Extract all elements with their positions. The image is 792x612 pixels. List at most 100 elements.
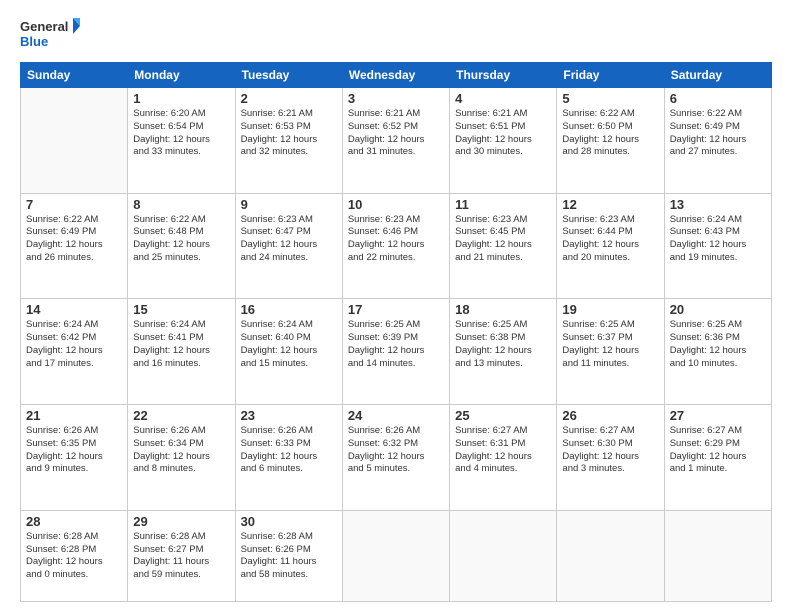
calendar-cell bbox=[664, 510, 771, 601]
day-info: Sunrise: 6:25 AM Sunset: 6:37 PM Dayligh… bbox=[562, 319, 658, 370]
day-number: 28 bbox=[26, 514, 122, 529]
day-info: Sunrise: 6:21 AM Sunset: 6:53 PM Dayligh… bbox=[241, 108, 337, 159]
calendar-cell: 18 Sunrise: 6:25 AM Sunset: 6:38 PM Dayli… bbox=[450, 299, 557, 405]
day-number: 12 bbox=[562, 197, 658, 212]
page: General Blue SundayMondayTuesdayWednesda… bbox=[0, 0, 792, 612]
day-number: 10 bbox=[348, 197, 444, 212]
day-number: 14 bbox=[26, 302, 122, 317]
calendar-cell bbox=[450, 510, 557, 601]
day-number: 8 bbox=[133, 197, 229, 212]
weekday-header-thursday: Thursday bbox=[450, 63, 557, 88]
calendar-cell bbox=[21, 88, 128, 194]
weekday-header-monday: Monday bbox=[128, 63, 235, 88]
week-row-5: 28 Sunrise: 6:28 AM Sunset: 6:28 PM Dayli… bbox=[21, 510, 772, 601]
svg-text:Blue: Blue bbox=[20, 34, 48, 49]
day-number: 16 bbox=[241, 302, 337, 317]
week-row-4: 21 Sunrise: 6:26 AM Sunset: 6:35 PM Dayli… bbox=[21, 405, 772, 511]
day-info: Sunrise: 6:22 AM Sunset: 6:50 PM Dayligh… bbox=[562, 108, 658, 159]
day-number: 30 bbox=[241, 514, 337, 529]
day-number: 18 bbox=[455, 302, 551, 317]
calendar-cell: 7Sunrise: 6:22 AM Sunset: 6:49 PM Daylig… bbox=[21, 193, 128, 299]
day-number: 3 bbox=[348, 91, 444, 106]
day-info: Sunrise: 6:22 AM Sunset: 6:48 PM Dayligh… bbox=[133, 214, 229, 265]
day-number: 15 bbox=[133, 302, 229, 317]
day-number: 4 bbox=[455, 91, 551, 106]
day-info: Sunrise: 6:24 AM Sunset: 6:42 PM Dayligh… bbox=[26, 319, 122, 370]
day-number: 21 bbox=[26, 408, 122, 423]
week-row-2: 7Sunrise: 6:22 AM Sunset: 6:49 PM Daylig… bbox=[21, 193, 772, 299]
day-number: 17 bbox=[348, 302, 444, 317]
day-number: 1 bbox=[133, 91, 229, 106]
calendar-cell: 23 Sunrise: 6:26 AM Sunset: 6:33 PM Dayli… bbox=[235, 405, 342, 511]
weekday-header-tuesday: Tuesday bbox=[235, 63, 342, 88]
day-info: Sunrise: 6:26 AM Sunset: 6:35 PM Dayligh… bbox=[26, 425, 122, 476]
day-number: 27 bbox=[670, 408, 766, 423]
calendar-cell bbox=[557, 510, 664, 601]
calendar-cell: 27Sunrise: 6:27 AM Sunset: 6:29 PM Dayli… bbox=[664, 405, 771, 511]
day-info: Sunrise: 6:25 AM Sunset: 6:39 PM Dayligh… bbox=[348, 319, 444, 370]
day-number: 25 bbox=[455, 408, 551, 423]
weekday-header-saturday: Saturday bbox=[664, 63, 771, 88]
day-info: Sunrise: 6:21 AM Sunset: 6:51 PM Dayligh… bbox=[455, 108, 551, 159]
calendar-cell: 4 Sunrise: 6:21 AM Sunset: 6:51 PM Daylig… bbox=[450, 88, 557, 194]
day-number: 11 bbox=[455, 197, 551, 212]
week-row-3: 14 Sunrise: 6:24 AM Sunset: 6:42 PM Dayli… bbox=[21, 299, 772, 405]
calendar-cell: 5 Sunrise: 6:22 AM Sunset: 6:50 PM Daylig… bbox=[557, 88, 664, 194]
calendar-cell: 17 Sunrise: 6:25 AM Sunset: 6:39 PM Dayli… bbox=[342, 299, 449, 405]
day-info: Sunrise: 6:28 AM Sunset: 6:28 PM Dayligh… bbox=[26, 531, 122, 582]
calendar-cell: 28 Sunrise: 6:28 AM Sunset: 6:28 PM Dayli… bbox=[21, 510, 128, 601]
day-info: Sunrise: 6:28 AM Sunset: 6:27 PM Dayligh… bbox=[133, 531, 229, 582]
day-number: 23 bbox=[241, 408, 337, 423]
day-number: 13 bbox=[670, 197, 766, 212]
day-info: Sunrise: 6:23 AM Sunset: 6:45 PM Dayligh… bbox=[455, 214, 551, 265]
calendar-cell: 11 Sunrise: 6:23 AM Sunset: 6:45 PM Dayli… bbox=[450, 193, 557, 299]
calendar-cell: 13 Sunrise: 6:24 AM Sunset: 6:43 PM Dayli… bbox=[664, 193, 771, 299]
svg-text:General: General bbox=[20, 19, 68, 34]
calendar-cell: 3 Sunrise: 6:21 AM Sunset: 6:52 PM Daylig… bbox=[342, 88, 449, 194]
day-info: Sunrise: 6:20 AM Sunset: 6:54 PM Dayligh… bbox=[133, 108, 229, 159]
weekday-header-wednesday: Wednesday bbox=[342, 63, 449, 88]
calendar-cell: 15 Sunrise: 6:24 AM Sunset: 6:41 PM Dayli… bbox=[128, 299, 235, 405]
day-info: Sunrise: 6:22 AM Sunset: 6:49 PM Dayligh… bbox=[26, 214, 122, 265]
day-info: Sunrise: 6:22 AM Sunset: 6:49 PM Dayligh… bbox=[670, 108, 766, 159]
weekday-header-row: SundayMondayTuesdayWednesdayThursdayFrid… bbox=[21, 63, 772, 88]
calendar-cell: 20Sunrise: 6:25 AM Sunset: 6:36 PM Dayli… bbox=[664, 299, 771, 405]
week-row-1: 1 Sunrise: 6:20 AM Sunset: 6:54 PM Daylig… bbox=[21, 88, 772, 194]
calendar-cell: 22Sunrise: 6:26 AM Sunset: 6:34 PM Dayli… bbox=[128, 405, 235, 511]
day-number: 29 bbox=[133, 514, 229, 529]
calendar-cell: 24 Sunrise: 6:26 AM Sunset: 6:32 PM Dayli… bbox=[342, 405, 449, 511]
day-number: 26 bbox=[562, 408, 658, 423]
header: General Blue bbox=[20, 16, 772, 52]
day-info: Sunrise: 6:24 AM Sunset: 6:41 PM Dayligh… bbox=[133, 319, 229, 370]
day-number: 5 bbox=[562, 91, 658, 106]
day-info: Sunrise: 6:27 AM Sunset: 6:31 PM Dayligh… bbox=[455, 425, 551, 476]
day-info: Sunrise: 6:23 AM Sunset: 6:44 PM Dayligh… bbox=[562, 214, 658, 265]
day-info: Sunrise: 6:23 AM Sunset: 6:46 PM Dayligh… bbox=[348, 214, 444, 265]
day-number: 19 bbox=[562, 302, 658, 317]
logo: General Blue bbox=[20, 16, 80, 52]
day-info: Sunrise: 6:24 AM Sunset: 6:43 PM Dayligh… bbox=[670, 214, 766, 265]
day-info: Sunrise: 6:21 AM Sunset: 6:52 PM Dayligh… bbox=[348, 108, 444, 159]
day-info: Sunrise: 6:26 AM Sunset: 6:33 PM Dayligh… bbox=[241, 425, 337, 476]
day-number: 9 bbox=[241, 197, 337, 212]
day-info: Sunrise: 6:26 AM Sunset: 6:34 PM Dayligh… bbox=[133, 425, 229, 476]
calendar-table: SundayMondayTuesdayWednesdayThursdayFrid… bbox=[20, 62, 772, 602]
weekday-header-friday: Friday bbox=[557, 63, 664, 88]
day-info: Sunrise: 6:23 AM Sunset: 6:47 PM Dayligh… bbox=[241, 214, 337, 265]
day-info: Sunrise: 6:26 AM Sunset: 6:32 PM Dayligh… bbox=[348, 425, 444, 476]
calendar-cell: 19 Sunrise: 6:25 AM Sunset: 6:37 PM Dayli… bbox=[557, 299, 664, 405]
calendar-cell: 30Sunrise: 6:28 AM Sunset: 6:26 PM Dayli… bbox=[235, 510, 342, 601]
calendar-cell: 10 Sunrise: 6:23 AM Sunset: 6:46 PM Dayli… bbox=[342, 193, 449, 299]
calendar-cell: 1 Sunrise: 6:20 AM Sunset: 6:54 PM Daylig… bbox=[128, 88, 235, 194]
calendar-cell: 29 Sunrise: 6:28 AM Sunset: 6:27 PM Dayli… bbox=[128, 510, 235, 601]
calendar-cell: 16Sunrise: 6:24 AM Sunset: 6:40 PM Dayli… bbox=[235, 299, 342, 405]
day-number: 2 bbox=[241, 91, 337, 106]
calendar-cell: 9 Sunrise: 6:23 AM Sunset: 6:47 PM Daylig… bbox=[235, 193, 342, 299]
calendar-cell: 26 Sunrise: 6:27 AM Sunset: 6:30 PM Dayli… bbox=[557, 405, 664, 511]
day-number: 24 bbox=[348, 408, 444, 423]
calendar-cell: 12 Sunrise: 6:23 AM Sunset: 6:44 PM Dayli… bbox=[557, 193, 664, 299]
day-info: Sunrise: 6:27 AM Sunset: 6:30 PM Dayligh… bbox=[562, 425, 658, 476]
day-info: Sunrise: 6:25 AM Sunset: 6:38 PM Dayligh… bbox=[455, 319, 551, 370]
weekday-header-sunday: Sunday bbox=[21, 63, 128, 88]
calendar-cell: 8 Sunrise: 6:22 AM Sunset: 6:48 PM Daylig… bbox=[128, 193, 235, 299]
